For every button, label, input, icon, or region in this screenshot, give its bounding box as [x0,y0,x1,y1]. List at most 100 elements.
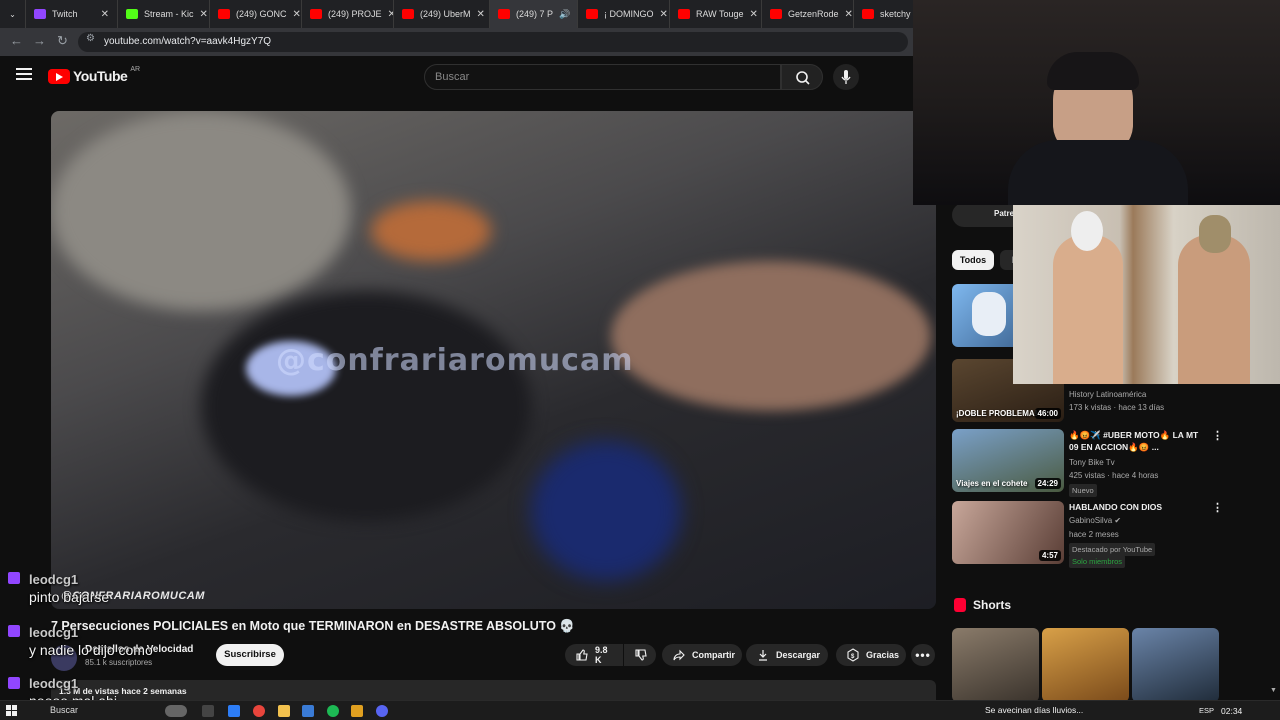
thanks-icon: $ [847,648,859,662]
duration-badge: 46:00 [1034,408,1061,419]
twitch-chat-icon [8,572,20,584]
chrome-icon[interactable] [253,705,265,717]
tab-6[interactable]: ¡ DOMINGO ✕ [578,0,670,28]
dislike-button[interactable] [624,644,656,666]
windows-start-icon[interactable] [6,705,17,716]
robot-figure [972,292,1006,336]
rec-channel[interactable]: GabinoSilva ✔ [1069,516,1121,525]
youtube-icon [586,9,598,19]
close-icon[interactable]: ✕ [101,9,109,20]
webcam-person-shirt [1008,140,1188,205]
browser-tab-strip: ⌄ Twitch ✕ Stream - Kic ✕ (249) GONC ✕ (249… [0,0,913,28]
thumbs-up-icon [576,649,588,661]
search-highlight-icon[interactable] [165,705,187,717]
youtube-icon [218,9,230,19]
video-watermark: @confrariaromucam [276,343,634,378]
inset-person-left [1053,235,1123,384]
thanks-button[interactable]: $ Gracias [836,644,906,666]
recommendation-thumbnail[interactable]: 4:57 [952,501,1064,564]
forward-arrow-icon[interactable]: → [33,33,46,48]
rec-channel[interactable]: History Latinoamérica [1069,390,1146,399]
svg-text:$: $ [851,654,855,660]
like-button[interactable]: 9.8 K [565,644,623,666]
search-button[interactable] [781,64,823,90]
tab-1[interactable]: Stream - Kic ✕ [118,0,210,28]
speaker-icon[interactable]: 🔊 [559,9,570,20]
rec-stats: 425 vistas · hace 4 horas [1069,471,1159,480]
tab-0[interactable]: Twitch ✕ [26,0,118,28]
kick-icon [126,9,138,19]
language-indicator[interactable]: ESP [1199,706,1214,715]
rec-channel[interactable]: Tony Bike Tv [1069,458,1115,467]
tab-7[interactable]: RAW Touge ✕ [670,0,762,28]
video-player[interactable]: @confrariaromucam @CONFRARIAROMUCAM [51,111,936,609]
search-input[interactable]: Buscar [424,64,781,90]
tab-9[interactable]: sketchy sp [854,0,913,28]
close-icon[interactable]: ✕ [200,9,208,20]
chat-username: leodcg1 [29,572,79,587]
more-vertical-icon[interactable]: ⋮ [1212,501,1223,514]
tab-2[interactable]: (249) GONC ✕ [210,0,302,28]
twitch-icon [34,9,46,19]
new-badge: Nuevo [1069,484,1097,497]
close-icon[interactable]: ✕ [293,9,301,20]
spotify-icon[interactable] [327,705,339,717]
rec-stats: 173 k vistas · hace 13 días [1069,403,1165,412]
file-explorer-icon[interactable] [278,705,290,717]
close-icon[interactable]: ✕ [845,9,853,20]
shorts-icon [954,598,966,612]
video-scene-hand [611,261,931,411]
video-scene-street [51,111,351,311]
rec-title[interactable]: HABLANDO CON DIOS [1069,501,1209,513]
tab-4[interactable]: (249) UberM ✕ [394,0,490,28]
edge-icon[interactable] [228,705,240,717]
youtube-logo[interactable]: YouTube AR [48,66,140,84]
tab-5-active[interactable]: (249) 7 P🔊✕ [490,0,578,28]
download-manager-icon[interactable] [351,705,363,717]
scroll-down-arrow-icon[interactable]: ▼ [1270,687,1277,694]
youtube-icon [770,9,782,19]
youtube-play-icon [48,68,70,84]
youtube-icon [498,9,510,19]
short-thumbnail[interactable] [1132,628,1219,702]
close-icon[interactable]: ✕ [477,9,485,20]
url-field[interactable]: youtube.com/watch?v=aavk4HgzY7Q [78,32,908,52]
tab-search-button[interactable]: ⌄ [0,0,26,28]
youtube-icon [402,9,414,19]
windows-taskbar: Buscar Se avecinan días lluvios... ESP 0… [0,700,1280,720]
close-icon[interactable]: ✕ [660,9,668,20]
share-button[interactable]: Compartir [662,644,742,666]
chat-message: y nadie lo dijo como [29,642,153,658]
subscriber-count: 85.1 k suscriptores [85,658,153,667]
back-arrow-icon[interactable]: ← [10,33,23,48]
webcam-person-hair [1047,52,1139,90]
store-icon[interactable] [302,705,314,717]
voice-search-button[interactable] [833,64,859,90]
taskbar-clock[interactable]: 02:34 [1221,706,1242,716]
download-button[interactable]: Descargar [746,644,828,666]
discord-icon[interactable] [376,705,388,717]
microphone-icon [841,70,851,84]
thumbs-down-icon [635,649,647,661]
weather-widget[interactable]: Se avecinan días lluvios... [985,705,1083,715]
filter-chip-all[interactable]: Todos [952,250,994,270]
address-bar: ← → ↻ youtube.com/watch?v=aavk4HgzY7Q ⚙ [0,28,913,56]
reload-icon[interactable]: ↻ [57,33,68,49]
short-thumbnail[interactable] [1042,628,1129,702]
task-view-icon[interactable] [202,705,214,717]
youtube-icon [862,9,874,19]
tab-3[interactable]: (249) PROJE✕ [302,0,394,28]
tab-8[interactable]: GetzenRode ✕ [762,0,854,28]
more-actions-button[interactable]: ••• [911,644,935,666]
rec-title[interactable]: 🔥😡✈️ #UBER MOTO🔥 LA MT 09 EN ACCION🔥😡 ..… [1069,429,1209,453]
subscribe-button[interactable]: Suscribirse [216,644,284,666]
close-icon[interactable]: ✕ [750,9,758,20]
menu-icon[interactable] [16,68,32,80]
streamer-webcam [913,0,1280,205]
recommendation-thumbnail[interactable]: Viajes en el cohete 24:29 [952,429,1064,492]
short-thumbnail[interactable] [952,628,1039,702]
video-scene-motorcycle-dash [201,291,531,521]
site-info-icon[interactable]: ⚙ [86,33,95,44]
more-vertical-icon[interactable]: ⋮ [1212,429,1223,442]
chat-message: pinto bajarse [29,589,110,605]
